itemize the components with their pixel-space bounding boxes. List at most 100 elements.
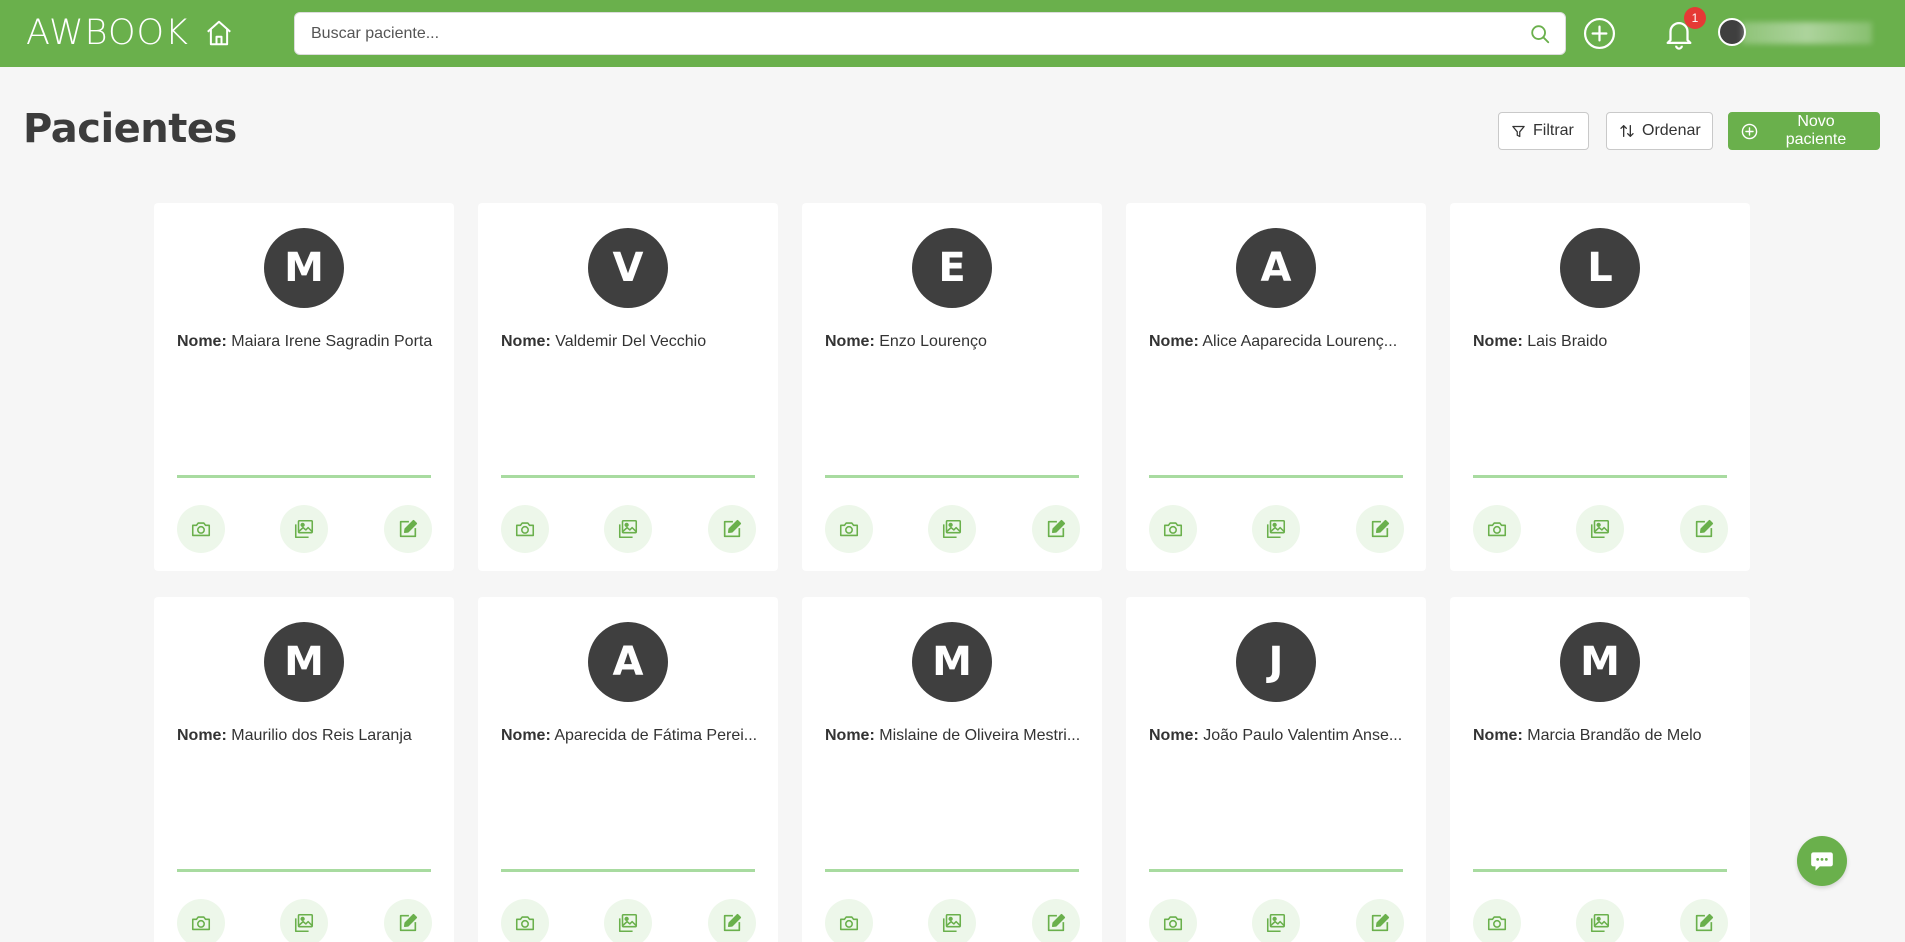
camera-button[interactable] [825,899,873,942]
image-icon [618,519,638,539]
search-input[interactable] [311,13,1511,54]
gallery-button[interactable] [1576,505,1624,553]
patient-name-value: Valdemir Del Vecchio [555,333,707,350]
filter-label: Filtrar [1533,122,1574,139]
edit-icon [1047,913,1066,932]
chat-button[interactable] [1797,836,1847,886]
patient-card[interactable]: M Nome: Maurilio dos Reis Laranja [154,597,454,942]
patient-card[interactable]: V Nome: Valdemir Del Vecchio [478,203,778,571]
image-icon [1590,519,1610,539]
edit-icon [399,913,418,932]
gallery-button[interactable] [1252,899,1300,942]
gallery-button[interactable] [604,899,652,942]
edit-button[interactable] [1032,505,1080,553]
patient-name: Nome: Aparecida de Fátima Perei... [501,727,759,745]
home-icon[interactable] [204,18,234,48]
patient-name-value: Maiara Irene Sagradin Porta [231,333,433,350]
camera-icon [191,916,211,931]
camera-icon [515,916,535,931]
patient-avatar: L [1560,228,1640,308]
patient-avatar: M [264,622,344,702]
new-patient-button[interactable]: Novo paciente [1728,112,1880,150]
patient-avatar: J [1236,622,1316,702]
camera-icon [1487,522,1507,537]
image-icon [1590,913,1610,933]
name-label: Nome: [501,727,551,744]
image-icon [618,913,638,933]
patient-card[interactable]: M Nome: Mislaine de Oliveira Mestri... [802,597,1102,942]
add-circle-icon [1741,123,1758,139]
add-circle-icon[interactable] [1583,17,1616,50]
edit-icon [723,519,742,538]
filter-icon [1512,125,1525,137]
patient-avatar: A [1236,228,1316,308]
edit-button[interactable] [1356,899,1404,942]
image-icon [1266,519,1286,539]
patient-name-value: João Paulo Valentim Anse... [1203,727,1403,744]
gallery-button[interactable] [280,899,328,942]
order-label: Ordenar [1642,122,1701,139]
edit-button[interactable] [384,899,432,942]
image-icon [294,913,314,933]
edit-button[interactable] [384,505,432,553]
camera-button[interactable] [1473,505,1521,553]
gallery-button[interactable] [604,505,652,553]
gallery-button[interactable] [280,505,328,553]
camera-button[interactable] [177,899,225,942]
divider [1149,869,1403,872]
patient-name: Nome: Maiara Irene Sagradin Porta [177,333,435,351]
edit-icon [723,913,742,932]
user-name-redacted[interactable] [1742,22,1872,44]
chat-bubble-icon [1811,852,1833,871]
edit-button[interactable] [1680,899,1728,942]
gallery-button[interactable] [1576,899,1624,942]
divider [501,869,755,872]
app-logo[interactable]: AWBOOK [26,13,189,53]
name-label: Nome: [1473,333,1523,350]
patient-name-value: Marcia Brandão de Melo [1527,727,1702,744]
divider [825,869,1079,872]
edit-button[interactable] [708,899,756,942]
divider [1149,475,1403,478]
name-label: Nome: [501,333,551,350]
gallery-button[interactable] [1252,505,1300,553]
filter-button[interactable]: Filtrar [1498,112,1589,150]
edit-button[interactable] [1356,505,1404,553]
camera-button[interactable] [825,505,873,553]
camera-button[interactable] [1149,899,1197,942]
camera-icon [515,522,535,537]
gallery-button[interactable] [928,505,976,553]
patient-avatar: A [588,622,668,702]
patient-card[interactable]: M Nome: Marcia Brandão de Melo [1450,597,1750,942]
image-icon [942,913,962,933]
patient-card[interactable]: M Nome: Maiara Irene Sagradin Porta [154,203,454,571]
patient-card[interactable]: A Nome: Alice Aaparecida Lourenç... [1126,203,1426,571]
gallery-button[interactable] [928,899,976,942]
patient-card[interactable]: A Nome: Aparecida de Fátima Perei... [478,597,778,942]
camera-button[interactable] [1473,899,1521,942]
camera-button[interactable] [501,899,549,942]
page-title: Pacientes [23,106,237,152]
camera-button[interactable] [177,505,225,553]
camera-icon [1163,916,1183,931]
name-label: Nome: [825,727,875,744]
image-icon [942,519,962,539]
patient-card[interactable]: E Nome: Enzo Lourenço [802,203,1102,571]
patient-name: Nome: Mislaine de Oliveira Mestri... [825,727,1083,745]
camera-button[interactable] [1149,505,1197,553]
search-box [294,12,1566,55]
camera-button[interactable] [501,505,549,553]
edit-icon [1695,519,1714,538]
image-icon [1266,913,1286,933]
patient-card[interactable]: L Nome: Lais Braido [1450,203,1750,571]
patient-name: Nome: Valdemir Del Vecchio [501,333,759,351]
edit-icon [1371,519,1390,538]
edit-button[interactable] [1680,505,1728,553]
name-label: Nome: [825,333,875,350]
image-icon [294,519,314,539]
search-icon[interactable] [1529,23,1551,45]
edit-button[interactable] [708,505,756,553]
edit-button[interactable] [1032,899,1080,942]
patient-card[interactable]: J Nome: João Paulo Valentim Anse... [1126,597,1426,942]
order-button[interactable]: Ordenar [1606,112,1713,150]
